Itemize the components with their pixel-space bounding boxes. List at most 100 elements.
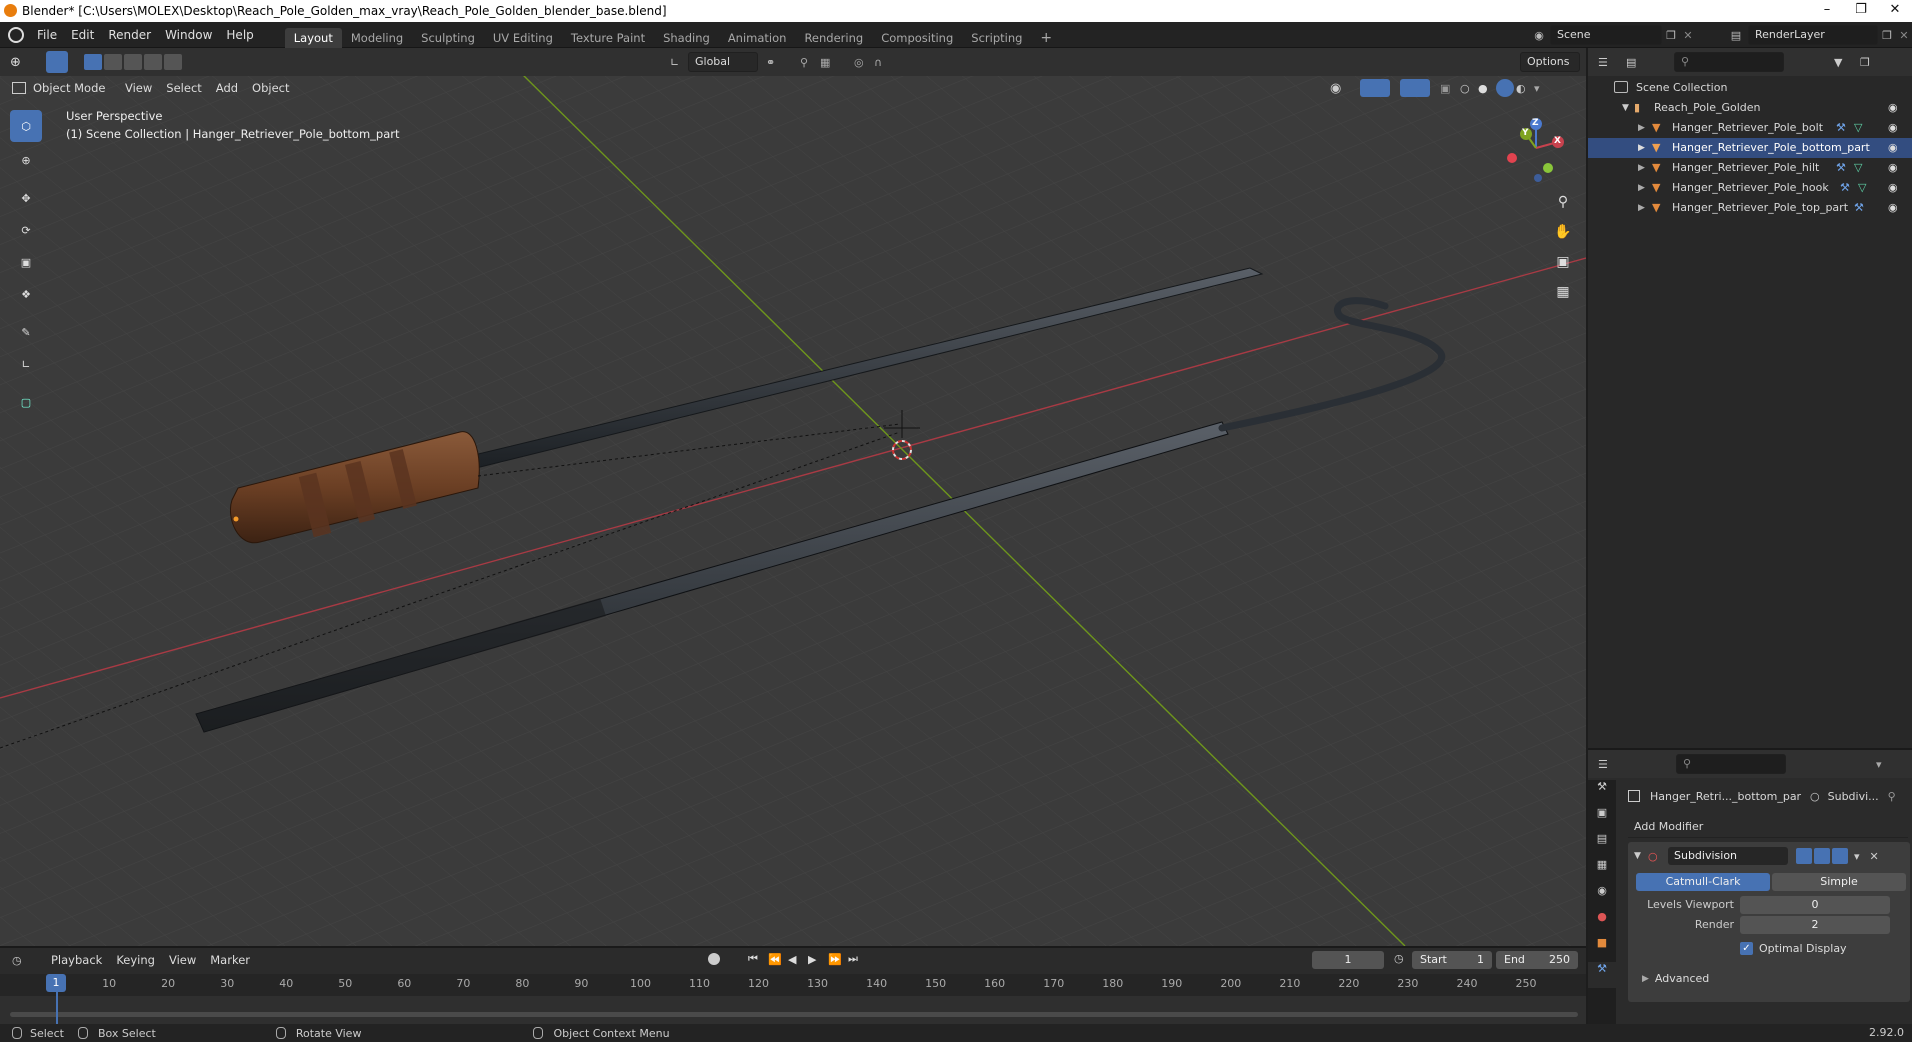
render-layer-icon[interactable]: ▤ (1724, 29, 1748, 42)
timeline-view-menu[interactable]: View (162, 953, 203, 967)
tool-tab-icon[interactable]: ⚒ (1588, 780, 1616, 806)
menu-object[interactable]: Object (245, 81, 296, 95)
snap-icon[interactable]: ⚲ (800, 56, 820, 69)
current-frame-field[interactable]: 1 (1312, 951, 1384, 969)
viewport-scene[interactable] (0, 48, 1586, 946)
mesh-data-icon[interactable]: ▽ (1854, 158, 1862, 178)
zoom-icon[interactable]: ⚲ (1548, 194, 1578, 224)
record-icon[interactable] (708, 953, 720, 965)
mode-new-icon[interactable] (84, 54, 102, 70)
delete-scene-icon[interactable]: ✕ (1680, 29, 1696, 42)
tab-layout[interactable]: Layout (284, 27, 342, 48)
delete-layer-icon[interactable]: ✕ (1896, 29, 1912, 42)
outliner-row-hilt[interactable]: ▶ ▼ Hanger_Retriever_Pole_hilt ⚒ ▽ ◉ (1588, 158, 1912, 178)
add-modifier-dropdown[interactable]: Add Modifier (1628, 816, 1908, 838)
timeline-editor-icon[interactable]: ◷ (12, 954, 38, 967)
expand-arrow-icon[interactable]: ▶ (1638, 178, 1645, 198)
properties-search-input[interactable]: ⚲ (1676, 754, 1786, 774)
outliner-row-hook[interactable]: ▶ ▼ Hanger_Retriever_Pole_hook ⚒ ▽ ◉ (1588, 178, 1912, 198)
snap-target-icon[interactable]: ▦ (820, 56, 844, 69)
shading-rendered-icon[interactable]: ◐ (1516, 82, 1534, 95)
options-dropdown[interactable]: Options (1520, 52, 1580, 72)
display-mode-icon[interactable]: ▤ (1626, 56, 1654, 69)
move-tool-icon[interactable]: ✥ (10, 182, 42, 214)
output-tab-icon[interactable]: ▤ (1588, 832, 1616, 858)
world-tab-icon[interactable]: ● (1588, 910, 1616, 936)
start-frame-field[interactable]: Start 1 (1412, 951, 1492, 969)
restore-icon[interactable]: ❐ (1846, 2, 1876, 17)
visibility-eye-icon[interactable]: ◉ (1888, 178, 1898, 198)
viewport-toggle-icon[interactable] (1814, 848, 1830, 864)
mode-intersect-icon[interactable] (164, 54, 182, 70)
transform-tool-icon[interactable]: ❖ (10, 278, 42, 310)
pan-hand-icon[interactable]: ✋ (1548, 224, 1578, 254)
advanced-expand-icon[interactable]: ▶ (1642, 974, 1649, 984)
playhead[interactable]: 1 (46, 974, 66, 992)
close-icon[interactable]: ✕ (1880, 2, 1910, 17)
tab-compositing[interactable]: Compositing (872, 28, 962, 48)
expand-arrow-icon[interactable]: ▶ (1638, 118, 1645, 138)
3d-viewport[interactable] (0, 48, 1586, 946)
minimize-icon[interactable]: – (1812, 2, 1842, 17)
add-workspace-icon[interactable]: + (1031, 28, 1061, 48)
outliner-row-bottom-part[interactable]: ▶ ▼ Hanger_Retriever_Pole_bottom_part ◉ (1588, 138, 1912, 158)
menu-file[interactable]: File (30, 22, 64, 48)
modifier-tab-icon[interactable]: ⚒ (1588, 962, 1616, 988)
transform-orientation-dropdown[interactable]: Global (688, 52, 758, 72)
render-layer-field[interactable]: RenderLayer (1748, 25, 1878, 45)
expand-arrow-icon[interactable]: ▶ (1638, 198, 1645, 218)
modifier-wrench-icon[interactable]: ⚒ (1836, 118, 1846, 138)
new-collection-icon[interactable]: ❐ (1860, 56, 1878, 69)
catmull-clark-button[interactable]: Catmull-Clark (1636, 873, 1770, 891)
modifier-wrench-icon[interactable]: ⚒ (1840, 178, 1850, 198)
falloff-icon[interactable]: ∩ (874, 56, 894, 69)
prev-keyframe-icon[interactable]: ⏪ (768, 953, 788, 966)
blender-menu-icon[interactable] (8, 26, 24, 43)
mode-invert-icon[interactable] (144, 54, 162, 70)
outliner-row-scene-collection[interactable]: Scene Collection (1588, 78, 1912, 98)
object-tab-icon[interactable]: ■ (1588, 936, 1616, 962)
keying-dropdown[interactable]: Keying (109, 953, 162, 967)
rotate-tool-icon[interactable]: ⟳ (10, 214, 42, 246)
overlay-toggle-icon[interactable] (1400, 79, 1430, 97)
mode-subtract-icon[interactable] (124, 54, 142, 70)
modifier-name-field[interactable]: Subdivision (1668, 847, 1788, 865)
pin-icon[interactable]: ⚲ (1888, 790, 1896, 803)
view-layer-tab-icon[interactable]: ▦ (1588, 858, 1616, 884)
editor-type-icon[interactable]: ⊕ (10, 55, 36, 70)
menu-select[interactable]: Select (159, 81, 208, 95)
shading-solid-icon[interactable]: ● (1478, 82, 1496, 95)
jump-start-icon[interactable]: ⏮ (748, 952, 768, 966)
visibility-eye-icon[interactable]: ◉ (1888, 158, 1898, 178)
menu-window[interactable]: Window (158, 22, 219, 48)
mode-extend-icon[interactable] (104, 54, 122, 70)
timeline-scrollbar[interactable] (10, 1012, 1578, 1017)
scene-tab-icon[interactable]: ◉ (1588, 884, 1616, 910)
proportional-edit-icon[interactable]: ◎ (854, 56, 874, 69)
levels-viewport-field[interactable]: 0 (1740, 896, 1890, 914)
menu-help[interactable]: Help (219, 22, 260, 48)
properties-options-icon[interactable]: ▾ (1876, 758, 1882, 771)
modifier-menu-icon[interactable]: ▾ (1854, 850, 1860, 863)
playback-dropdown[interactable]: Playback (44, 953, 109, 967)
timeline-ruler[interactable]: 1102030405060708090100110120130140150160… (0, 974, 1586, 996)
visibility-eye-icon[interactable]: ◉ (1888, 198, 1898, 218)
cursor-tool-icon[interactable]: ⊕ (10, 144, 42, 176)
timeline-track[interactable] (0, 996, 1586, 1026)
modifier-wrench-icon[interactable]: ⚒ (1854, 198, 1864, 218)
scene-icon[interactable]: ◉ (1528, 29, 1550, 42)
outliner-editor-icon[interactable]: ☰ (1598, 56, 1626, 69)
tab-sculpting[interactable]: Sculpting (412, 28, 484, 48)
render-toggle-icon[interactable] (1832, 848, 1848, 864)
add-cube-tool-icon[interactable]: ▢ (10, 386, 42, 418)
play-reverse-icon[interactable]: ◀ (788, 953, 808, 966)
timeline-marker-menu[interactable]: Marker (203, 953, 257, 967)
tab-texture-paint[interactable]: Texture Paint (562, 28, 654, 48)
advanced-label[interactable]: Advanced (1655, 972, 1709, 985)
select-tool-icon[interactable] (46, 51, 68, 73)
menu-edit[interactable]: Edit (64, 22, 101, 48)
visibility-eye-icon[interactable]: ◉ (1888, 118, 1898, 138)
outliner-row-collection[interactable]: ▼ ▮ Reach_Pole_Golden ◉ (1588, 98, 1912, 118)
menu-view[interactable]: View (118, 81, 159, 95)
new-scene-icon[interactable]: ❐ (1662, 29, 1680, 42)
